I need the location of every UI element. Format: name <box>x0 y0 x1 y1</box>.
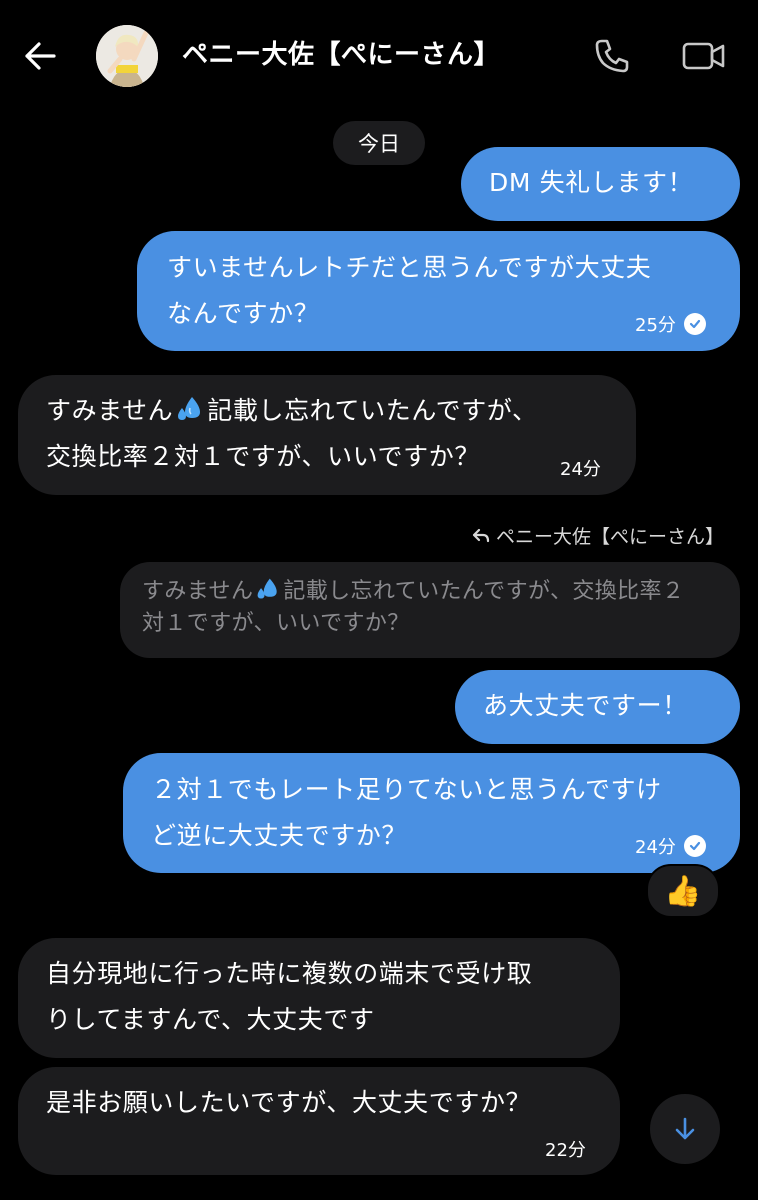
quoted-text: すみません 記載し忘れていたんですが、交換比率２ <box>142 576 718 608</box>
reply-context-name: ペニー大佐【ぺにーさん】 <box>496 526 725 548</box>
message-text-part: すみません <box>46 396 174 425</box>
video-camera-icon <box>682 42 725 70</box>
contact-name[interactable]: ペニー大佐【ぺにーさん】 <box>182 36 500 74</box>
sweat-droplets-icon <box>178 397 201 420</box>
message-text: あ大丈夫ですー！ <box>483 691 688 720</box>
chat-header: ペニー大佐【ぺにーさん】 <box>0 0 758 110</box>
sweat-droplets-icon <box>257 578 278 599</box>
message-timestamp: 24分 <box>560 455 601 481</box>
back-arrow-icon <box>25 42 56 70</box>
message-text: りしてますんで、大丈夫です <box>46 1005 375 1034</box>
arrow-down-icon <box>675 1117 695 1140</box>
avatar[interactable] <box>96 25 158 87</box>
message-text-part: 記載し忘れていたんですが、 <box>207 396 538 425</box>
message-text: ２対１でもレート足りてないと思うんですけ <box>151 775 662 804</box>
outgoing-message[interactable]: DM 失礼します！ <box>461 147 740 221</box>
quoted-text-part: 記載し忘れていたんですが、交換比率２ <box>283 579 685 604</box>
voice-call-button[interactable] <box>590 34 634 78</box>
thumbs-up-icon: 👍 <box>664 873 702 909</box>
date-separator: 今日 <box>333 121 425 165</box>
quoted-text-part: すみません <box>142 579 254 604</box>
message-timestamp: 24分 <box>635 833 706 859</box>
timestamp-text: 22分 <box>545 1140 586 1161</box>
message-timestamp: 25分 <box>635 311 706 337</box>
scroll-to-bottom-button[interactable] <box>650 1094 720 1164</box>
avatar-image <box>96 25 158 87</box>
message-text: ど逆に大丈夫ですか？ <box>151 821 408 850</box>
message-text: 交換比率２対１ですが、いいですか？ <box>46 442 480 471</box>
outgoing-message[interactable]: あ大丈夫ですー！ <box>455 670 740 744</box>
message-text: DM 失礼します！ <box>489 168 694 197</box>
incoming-message[interactable]: 自分現地に行った時に複数の端末で受け取 りしてますんで、大丈夫です <box>18 938 620 1058</box>
message-text: すみません 記載し忘れていたんですが、 <box>46 388 608 434</box>
read-check-icon <box>683 835 706 857</box>
message-text: 是非お願いしたいですが、大丈夫ですか？ <box>46 1088 532 1117</box>
message-text: 自分現地に行った時に複数の端末で受け取 <box>46 959 533 988</box>
timestamp-text: 24分 <box>560 459 601 480</box>
reply-arrow-icon <box>472 528 490 542</box>
timestamp-text: 24分 <box>635 837 676 858</box>
message-timestamp: 22分 <box>545 1136 586 1162</box>
reply-context-label: ペニー大佐【ぺにーさん】 <box>472 522 724 549</box>
incoming-message[interactable]: すみません 記載し忘れていたんですが、 交換比率２対１ですが、いいですか？ <box>18 375 636 495</box>
message-text: なんですか？ <box>167 299 320 328</box>
phone-icon <box>595 39 629 73</box>
dm-conversation-screen: ペニー大佐【ぺにーさん】 今日 DM 失礼します！ すいませんレトチだと思うんで… <box>0 0 758 1200</box>
thumbs-up-reaction[interactable]: 👍 <box>646 864 720 918</box>
read-check-icon <box>683 313 706 335</box>
incoming-message[interactable]: 是非お願いしたいですが、大丈夫ですか？ <box>18 1067 620 1175</box>
video-call-button[interactable] <box>680 34 728 78</box>
quoted-message[interactable]: すみません 記載し忘れていたんですが、交換比率２ 対１ですが、いいですか？ <box>120 562 740 658</box>
timestamp-text: 25分 <box>635 315 676 336</box>
quoted-text: 対１ですが、いいですか？ <box>142 611 410 636</box>
message-text: すいませんレトチだと思うんですが大丈夫 <box>167 253 652 282</box>
back-button[interactable] <box>18 34 62 78</box>
